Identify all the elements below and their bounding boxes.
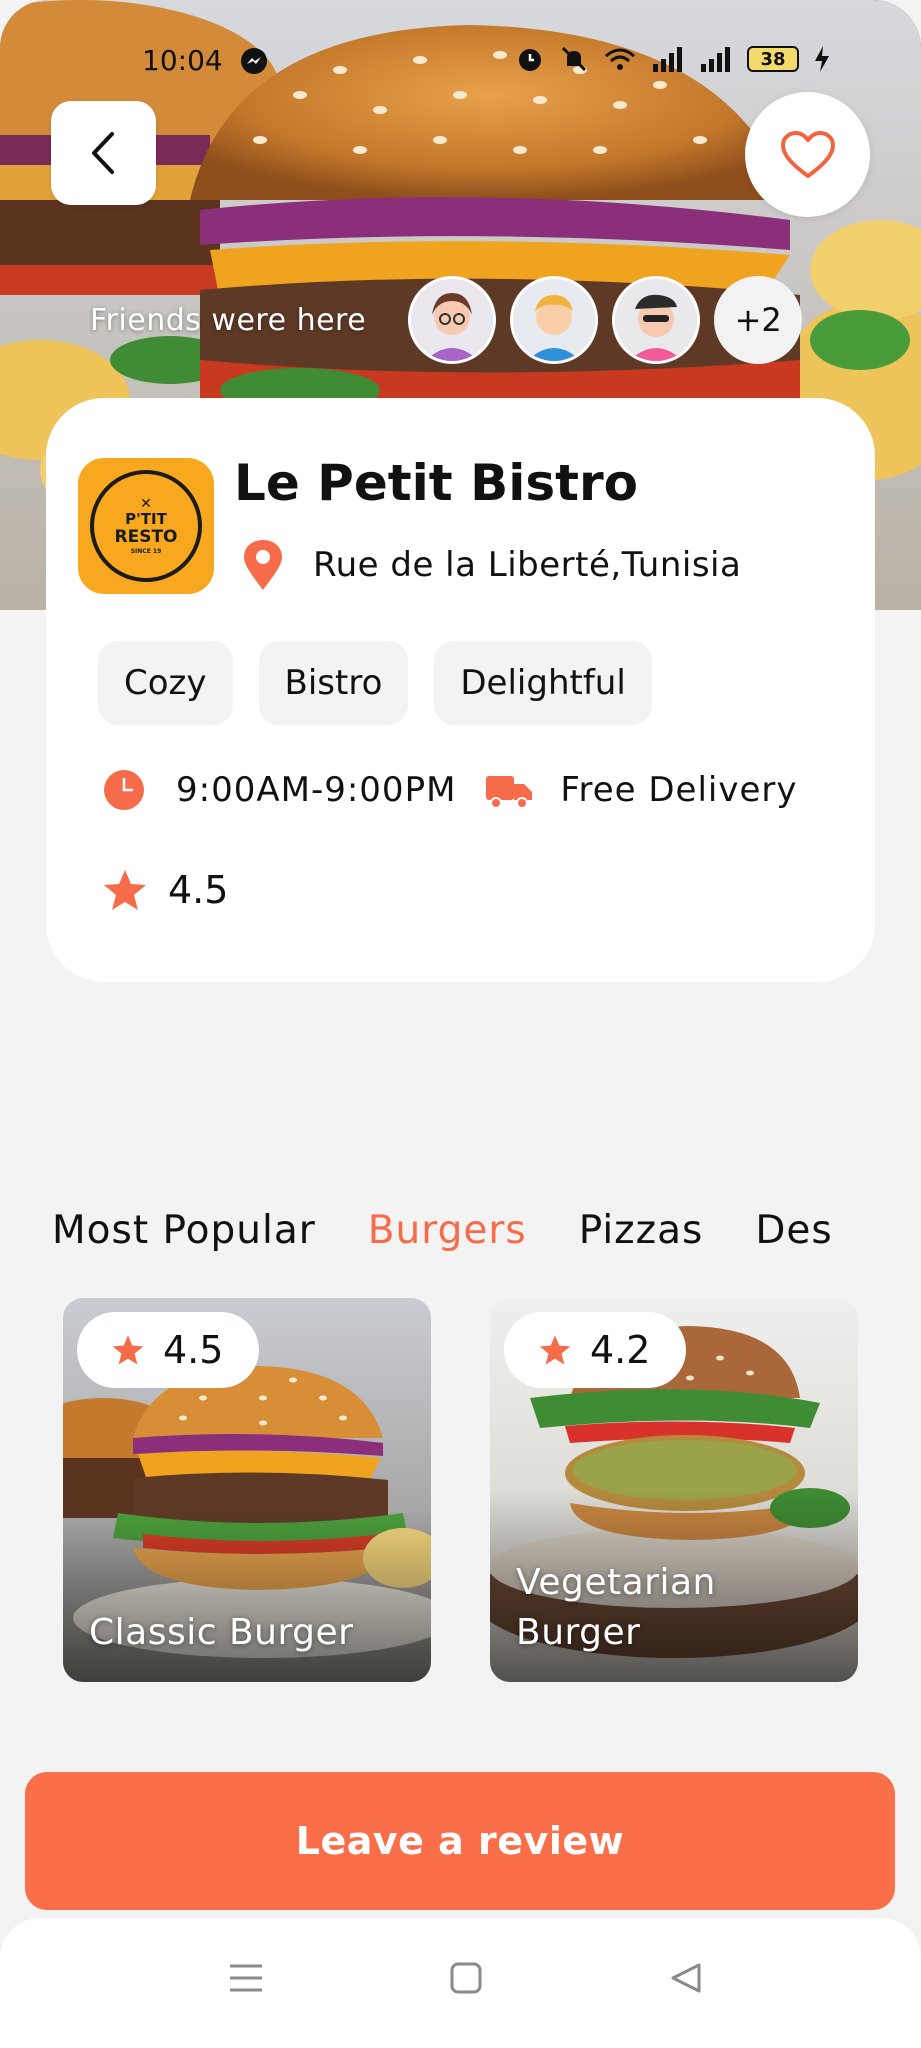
dish-rating-badge: 4.5	[77, 1312, 260, 1388]
tab-pizzas[interactable]: Pizzas	[579, 1208, 704, 1253]
back-button[interactable]	[51, 101, 156, 205]
recent-apps-button[interactable]	[216, 1948, 276, 2008]
dish-card-classic-burger[interactable]: 4.5 Classic Burger	[63, 1298, 431, 1682]
tag-chip[interactable]: Bistro	[258, 641, 409, 725]
tag-chip[interactable]: Delightful	[434, 641, 652, 725]
favorite-button[interactable]	[745, 92, 870, 217]
heart-icon	[780, 130, 835, 178]
location-pin-icon	[244, 540, 282, 590]
opening-hours: 9:00AM-9:00PM	[176, 770, 457, 810]
logo-text-since: SINCE 19	[130, 547, 162, 555]
tab-burgers[interactable]: Burgers	[368, 1208, 527, 1253]
restaurant-location[interactable]: Rue de la Liberté,Tunisia	[241, 538, 741, 592]
cutlery-icon: ✕	[140, 495, 152, 512]
messenger-icon	[240, 47, 267, 74]
friends-row[interactable]: Friends were here +2	[90, 275, 803, 365]
avatar-illustration	[615, 279, 698, 361]
friends-label: Friends were here	[90, 302, 367, 338]
system-nav-bar	[0, 1918, 921, 2048]
location-text: Rue de la Liberté,Tunisia	[313, 545, 742, 585]
signal-icon	[653, 47, 682, 72]
back-triangle-icon	[671, 1963, 701, 1993]
wifi-icon	[605, 48, 635, 70]
dish-rating-badge: 4.2	[504, 1312, 687, 1388]
tag-chip[interactable]: Cozy	[98, 641, 233, 725]
dish-rating-value: 4.5	[163, 1328, 224, 1372]
avatar[interactable]	[612, 276, 701, 364]
more-friends-badge[interactable]: +2	[714, 276, 803, 364]
dish-name: Classic Burger	[89, 1612, 354, 1653]
signal-icon	[701, 47, 730, 72]
star-icon	[539, 1335, 571, 1365]
chevron-left-icon	[91, 132, 114, 174]
hours-delivery-row: 9:00AM-9:00PM Free Delivery	[102, 768, 798, 812]
mute-icon	[561, 46, 587, 72]
logo-text-top: P'TIT	[125, 509, 167, 528]
dish-name: Vegetarian Burger	[516, 1562, 716, 1653]
delivery-truck-icon	[486, 776, 533, 809]
restaurant-rating: 4.5	[102, 868, 228, 912]
home-button[interactable]	[436, 1948, 496, 2008]
menu-icon	[230, 1964, 262, 1992]
battery-level: 38	[760, 48, 786, 70]
clock-icon	[104, 770, 144, 810]
delivery-info: Free Delivery	[560, 770, 798, 810]
category-tabs: Most Popular Burgers Pizzas Des	[52, 1208, 833, 1253]
leave-review-button[interactable]: Leave a review	[25, 1772, 895, 1910]
clock: 10:04	[142, 44, 223, 77]
dish-card-vegetarian-burger[interactable]: 4.2 Vegetarian Burger	[490, 1298, 858, 1682]
avatar-illustration	[513, 279, 596, 361]
alarm-icon	[519, 49, 541, 71]
star-icon	[104, 870, 146, 910]
tag-list: Cozy Bistro Delightful	[98, 641, 652, 725]
more-friends-count: +2	[734, 301, 782, 339]
avatar-illustration	[411, 279, 494, 361]
dish-rating-value: 4.2	[590, 1328, 651, 1372]
back-nav-button[interactable]	[656, 1948, 716, 2008]
restaurant-logo: ✕ P'TIT RESTO SINCE 19	[78, 458, 214, 594]
tab-desserts[interactable]: Des	[755, 1208, 832, 1253]
restaurant-name: Le Petit Bistro	[234, 454, 639, 512]
charging-icon	[815, 46, 829, 72]
logo-emblem: ✕ P'TIT RESTO SINCE 19	[90, 470, 202, 582]
star-icon	[112, 1335, 144, 1365]
tab-most-popular[interactable]: Most Popular	[52, 1208, 316, 1253]
rating-value: 4.5	[168, 868, 229, 912]
avatar[interactable]	[408, 276, 497, 364]
logo-text-main: RESTO	[114, 526, 178, 547]
avatar[interactable]	[510, 276, 599, 364]
home-square-icon	[450, 1962, 482, 1994]
restaurant-info-card: ✕ P'TIT RESTO SINCE 19 Le Petit Bistro R…	[46, 398, 875, 982]
battery-icon: 38	[747, 46, 799, 72]
